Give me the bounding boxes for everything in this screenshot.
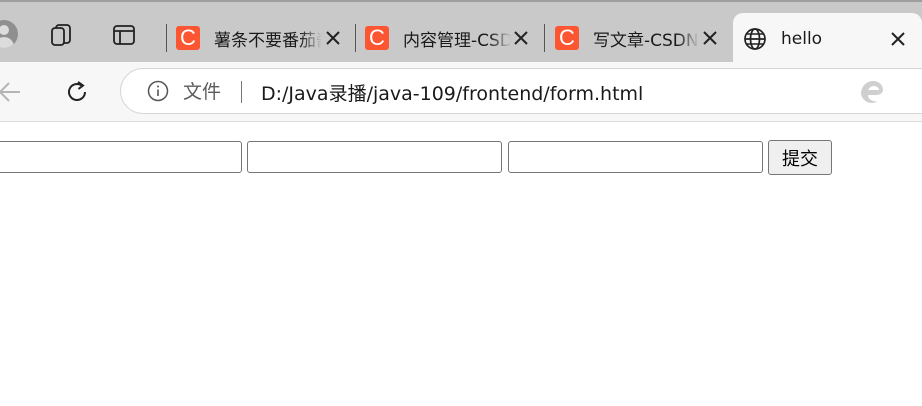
back-arrow-icon[interactable]: [0, 76, 26, 108]
csdn-favicon-icon: C: [176, 26, 200, 50]
toolbar: 文件: [0, 62, 922, 122]
close-icon[interactable]: [889, 30, 907, 48]
tab-title: 写文章-CSDN: [593, 30, 699, 51]
address-bar[interactable]: 文件: [120, 68, 922, 114]
tab-actions-icon[interactable]: [111, 22, 137, 48]
workspaces-icon[interactable]: [49, 22, 75, 48]
address-separator: [241, 81, 242, 103]
page-content: 提交: [0, 122, 922, 406]
tab-3[interactable]: C 写文章-CSDN: [555, 20, 733, 56]
refresh-icon[interactable]: [61, 76, 93, 108]
edge-logo-icon[interactable]: [857, 78, 885, 106]
tab-title: 内容管理-CSDN: [403, 30, 511, 51]
extension-icon[interactable]: [917, 79, 922, 105]
tab-title: 薯条不要番茄酱: [214, 30, 322, 51]
tab-title: hello: [781, 28, 823, 49]
close-icon[interactable]: [324, 29, 342, 47]
text-input-1[interactable]: [0, 141, 242, 173]
tab-2[interactable]: C 内容管理-CSDN: [365, 20, 545, 56]
browser-window: C 薯条不要番茄酱 C 内容管理-CSDN C 写文章-CSDN: [0, 0, 922, 406]
scheme-label: 文件: [183, 81, 222, 103]
close-icon[interactable]: [512, 29, 530, 47]
info-icon[interactable]: [147, 80, 169, 102]
csdn-favicon-icon: C: [365, 26, 389, 50]
text-input-2[interactable]: [247, 141, 502, 173]
tab-separator: [544, 24, 545, 52]
tab-separator: [355, 24, 356, 52]
tab-1[interactable]: C 薯条不要番茄酱: [176, 20, 356, 56]
submit-button[interactable]: 提交: [768, 140, 832, 175]
tab-4-active[interactable]: hello: [733, 13, 922, 64]
text-input-3[interactable]: [508, 141, 763, 173]
tab-strip: C 薯条不要番茄酱 C 内容管理-CSDN C 写文章-CSDN: [0, 0, 922, 64]
profile-avatar-icon[interactable]: [0, 20, 18, 48]
tab-separator: [166, 24, 167, 52]
url-input[interactable]: [261, 77, 801, 107]
globe-icon: [744, 27, 766, 50]
close-icon[interactable]: [701, 29, 719, 47]
csdn-favicon-icon: C: [555, 26, 579, 50]
